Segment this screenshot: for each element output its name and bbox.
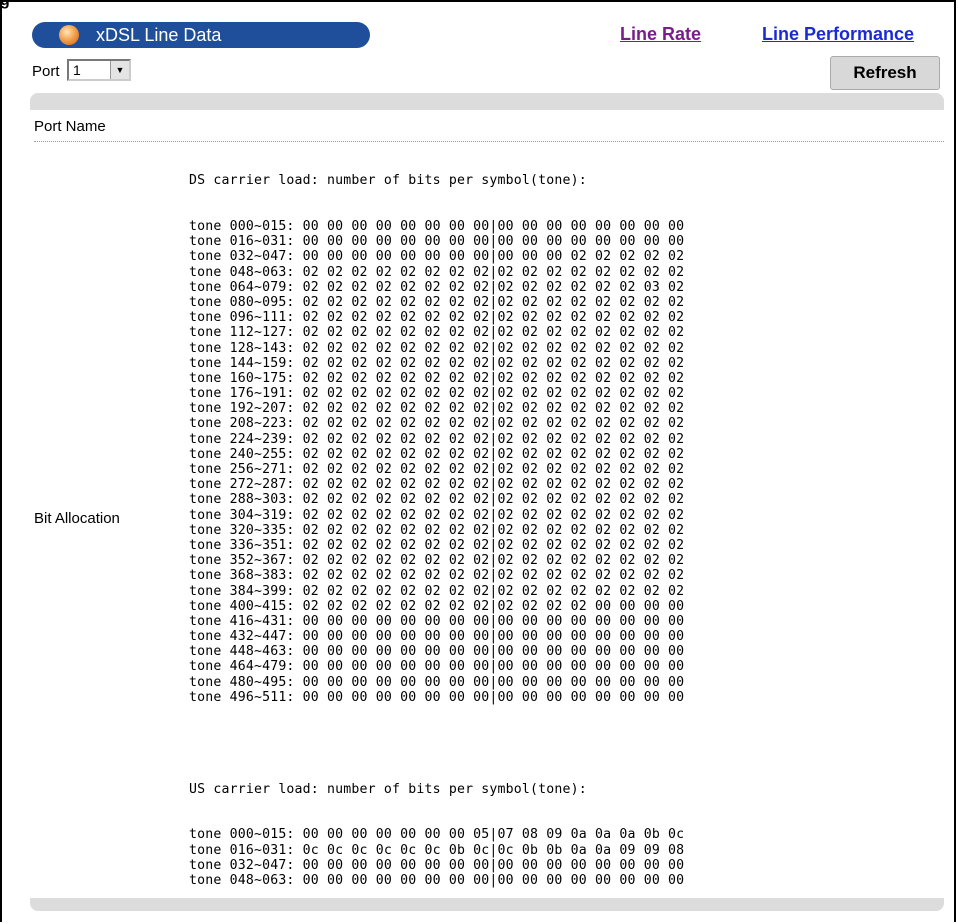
tone-row: tone 032~047: 00 00 00 00 00 00 00 00|00… bbox=[189, 857, 685, 873]
tone-row: tone 016~031: 00 00 00 00 00 00 00 00|00… bbox=[189, 234, 685, 250]
us-header: US carrier load: number of bits per symb… bbox=[189, 781, 587, 797]
port-select[interactable]: 1 ▼ bbox=[67, 59, 131, 81]
tone-row: tone 304~319: 02 02 02 02 02 02 02 02|02… bbox=[189, 507, 685, 523]
tone-row: tone 416~431: 00 00 00 00 00 00 00 00|00… bbox=[189, 613, 685, 629]
tone-row: tone 352~367: 02 02 02 02 02 02 02 02|02… bbox=[189, 553, 685, 569]
tone-row: tone 336~351: 02 02 02 02 02 02 02 02|02… bbox=[189, 537, 685, 553]
line-performance-link[interactable]: Line Performance bbox=[762, 24, 914, 45]
tone-row: tone 032~047: 00 00 00 00 00 00 00 00|00… bbox=[189, 249, 685, 265]
chevron-down-icon[interactable]: ▼ bbox=[110, 61, 129, 79]
tone-row: tone 048~063: 00 00 00 00 00 00 00 00|00… bbox=[189, 872, 685, 888]
orb-icon bbox=[52, 25, 86, 45]
ds-lines: tone 000~015: 00 00 00 00 00 00 00 00|00… bbox=[189, 219, 939, 705]
tone-row: tone 208~223: 02 02 02 02 02 02 02 02|02… bbox=[189, 416, 685, 432]
tone-row: tone 000~015: 00 00 00 00 00 00 00 05|07… bbox=[189, 827, 685, 843]
tone-row: tone 496~511: 00 00 00 00 00 00 00 00|00… bbox=[189, 689, 685, 705]
port-name-value bbox=[188, 110, 944, 140]
tone-row: tone 384~399: 02 02 02 02 02 02 02 02|02… bbox=[189, 583, 685, 599]
bit-allocation-dump: DS carrier load: number of bits per symb… bbox=[189, 143, 939, 903]
tone-row: tone 064~079: 02 02 02 02 02 02 02 02|02… bbox=[189, 279, 685, 295]
page-title-banner: xDSL Line Data bbox=[32, 22, 370, 48]
tone-row: tone 432~447: 00 00 00 00 00 00 00 00|00… bbox=[189, 629, 685, 645]
tone-row: tone 016~031: 0c 0c 0c 0c 0c 0c 0b 0c|0c… bbox=[189, 842, 685, 858]
tone-row: tone 176~191: 02 02 02 02 02 02 02 02|02… bbox=[189, 386, 685, 402]
tone-row: tone 000~015: 00 00 00 00 00 00 00 00|00… bbox=[189, 219, 685, 234]
tone-row: tone 400~415: 02 02 02 02 02 02 02 02|02… bbox=[189, 598, 685, 614]
port-label: Port bbox=[32, 63, 60, 80]
bit-allocation-label: Bit Allocation bbox=[34, 510, 120, 527]
refresh-button[interactable]: Refresh bbox=[830, 56, 940, 90]
tone-row: tone 240~255: 02 02 02 02 02 02 02 02|02… bbox=[189, 446, 685, 462]
tone-row: tone 320~335: 02 02 02 02 02 02 02 02|02… bbox=[189, 522, 685, 538]
tone-row: tone 048~063: 02 02 02 02 02 02 02 02|02… bbox=[189, 264, 685, 280]
ds-header: DS carrier load: number of bits per symb… bbox=[189, 173, 587, 189]
tone-row: tone 464~479: 00 00 00 00 00 00 00 00|00… bbox=[189, 659, 685, 675]
line-rate-link[interactable]: Line Rate bbox=[620, 24, 701, 45]
page-title: xDSL Line Data bbox=[96, 25, 222, 45]
tone-row: tone 480~495: 00 00 00 00 00 00 00 00|00… bbox=[189, 674, 685, 690]
us-lines: tone 000~015: 00 00 00 00 00 00 00 05|07… bbox=[189, 827, 939, 888]
tone-row: tone 080~095: 02 02 02 02 02 02 02 02|02… bbox=[189, 294, 685, 310]
tone-row: tone 192~207: 02 02 02 02 02 02 02 02|02… bbox=[189, 401, 685, 417]
tone-row: tone 160~175: 02 02 02 02 02 02 02 02|02… bbox=[189, 370, 685, 386]
tone-row: tone 256~271: 02 02 02 02 02 02 02 02|02… bbox=[189, 462, 685, 477]
tone-row: tone 272~287: 02 02 02 02 02 02 02 02|02… bbox=[189, 477, 685, 493]
tone-row: tone 368~383: 02 02 02 02 02 02 02 02|02… bbox=[189, 568, 685, 584]
port-select-value: 1 bbox=[73, 62, 81, 78]
tone-row: tone 288~303: 02 02 02 02 02 02 02 02|02… bbox=[189, 492, 685, 508]
tone-row: tone 096~111: 02 02 02 02 02 02 02 02|02… bbox=[189, 310, 685, 326]
port-name-label: Port Name bbox=[34, 118, 106, 135]
tone-row: tone 112~127: 02 02 02 02 02 02 02 02|02… bbox=[189, 325, 685, 341]
tone-row: tone 128~143: 02 02 02 02 02 02 02 02|02… bbox=[189, 340, 685, 356]
row-divider bbox=[34, 141, 944, 142]
tone-row: tone 144~159: 02 02 02 02 02 02 02 02|02… bbox=[189, 355, 685, 371]
tone-row: tone 224~239: 02 02 02 02 02 02 02 02|02… bbox=[189, 431, 685, 447]
tone-row: tone 448~463: 00 00 00 00 00 00 00 00|00… bbox=[189, 644, 685, 660]
